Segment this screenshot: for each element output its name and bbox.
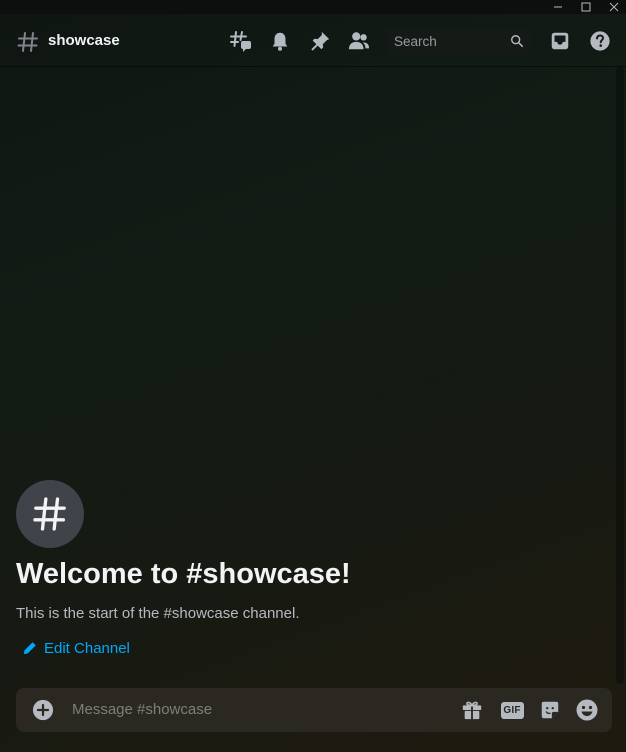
- emoji-icon: [576, 699, 598, 721]
- inbox-icon: [551, 32, 569, 50]
- close-button[interactable]: [604, 0, 624, 14]
- edit-channel-label: Edit Channel: [44, 639, 130, 657]
- minimize-button[interactable]: [548, 0, 568, 14]
- members-icon: [348, 32, 370, 50]
- close-icon: [609, 2, 619, 12]
- window-titlebar: [0, 0, 626, 14]
- channel-name: showcase: [48, 32, 120, 49]
- gift-icon: [462, 701, 482, 720]
- pinned-messages-button[interactable]: [307, 28, 333, 54]
- pencil-icon: [23, 641, 36, 654]
- message-input[interactable]: Message #showcase: [72, 701, 212, 718]
- channel-hash-icon: [33, 497, 66, 531]
- channel-welcome-icon: [16, 480, 84, 548]
- gif-button[interactable]: GIF: [500, 698, 524, 722]
- maximize-button[interactable]: [576, 0, 596, 14]
- edit-channel-link[interactable]: Edit Channel: [22, 638, 130, 658]
- add-attachment-button[interactable]: [32, 699, 54, 721]
- bell-icon: [272, 32, 288, 51]
- welcome-subtitle: This is the start of the #showcase chann…: [16, 605, 300, 622]
- notification-settings-button[interactable]: [267, 28, 293, 54]
- member-list-button[interactable]: [346, 28, 372, 54]
- threads-button[interactable]: [228, 28, 254, 54]
- channel-hash-icon: [17, 32, 38, 52]
- channel-header: showcase Search: [0, 14, 626, 67]
- gif-icon: GIF: [500, 701, 524, 719]
- message-composer: Message #showcase GIF: [16, 688, 612, 732]
- maximize-icon: [581, 2, 591, 12]
- minimize-icon: [554, 6, 562, 8]
- help-button[interactable]: [587, 28, 613, 54]
- search-icon: [511, 35, 524, 48]
- pin-icon: [311, 31, 330, 51]
- welcome-title: Welcome to #showcase!: [16, 558, 351, 590]
- help-icon: [590, 31, 610, 51]
- emoji-button[interactable]: [575, 698, 599, 722]
- gift-button[interactable]: [460, 698, 484, 722]
- search-placeholder: Search: [394, 34, 437, 49]
- inbox-button[interactable]: [547, 28, 573, 54]
- search-bar[interactable]: Search: [387, 28, 532, 54]
- messages-scrollbar[interactable]: [616, 67, 624, 684]
- threads-icon: [230, 31, 251, 52]
- sticker-button[interactable]: [538, 698, 562, 722]
- sticker-icon: [541, 701, 559, 719]
